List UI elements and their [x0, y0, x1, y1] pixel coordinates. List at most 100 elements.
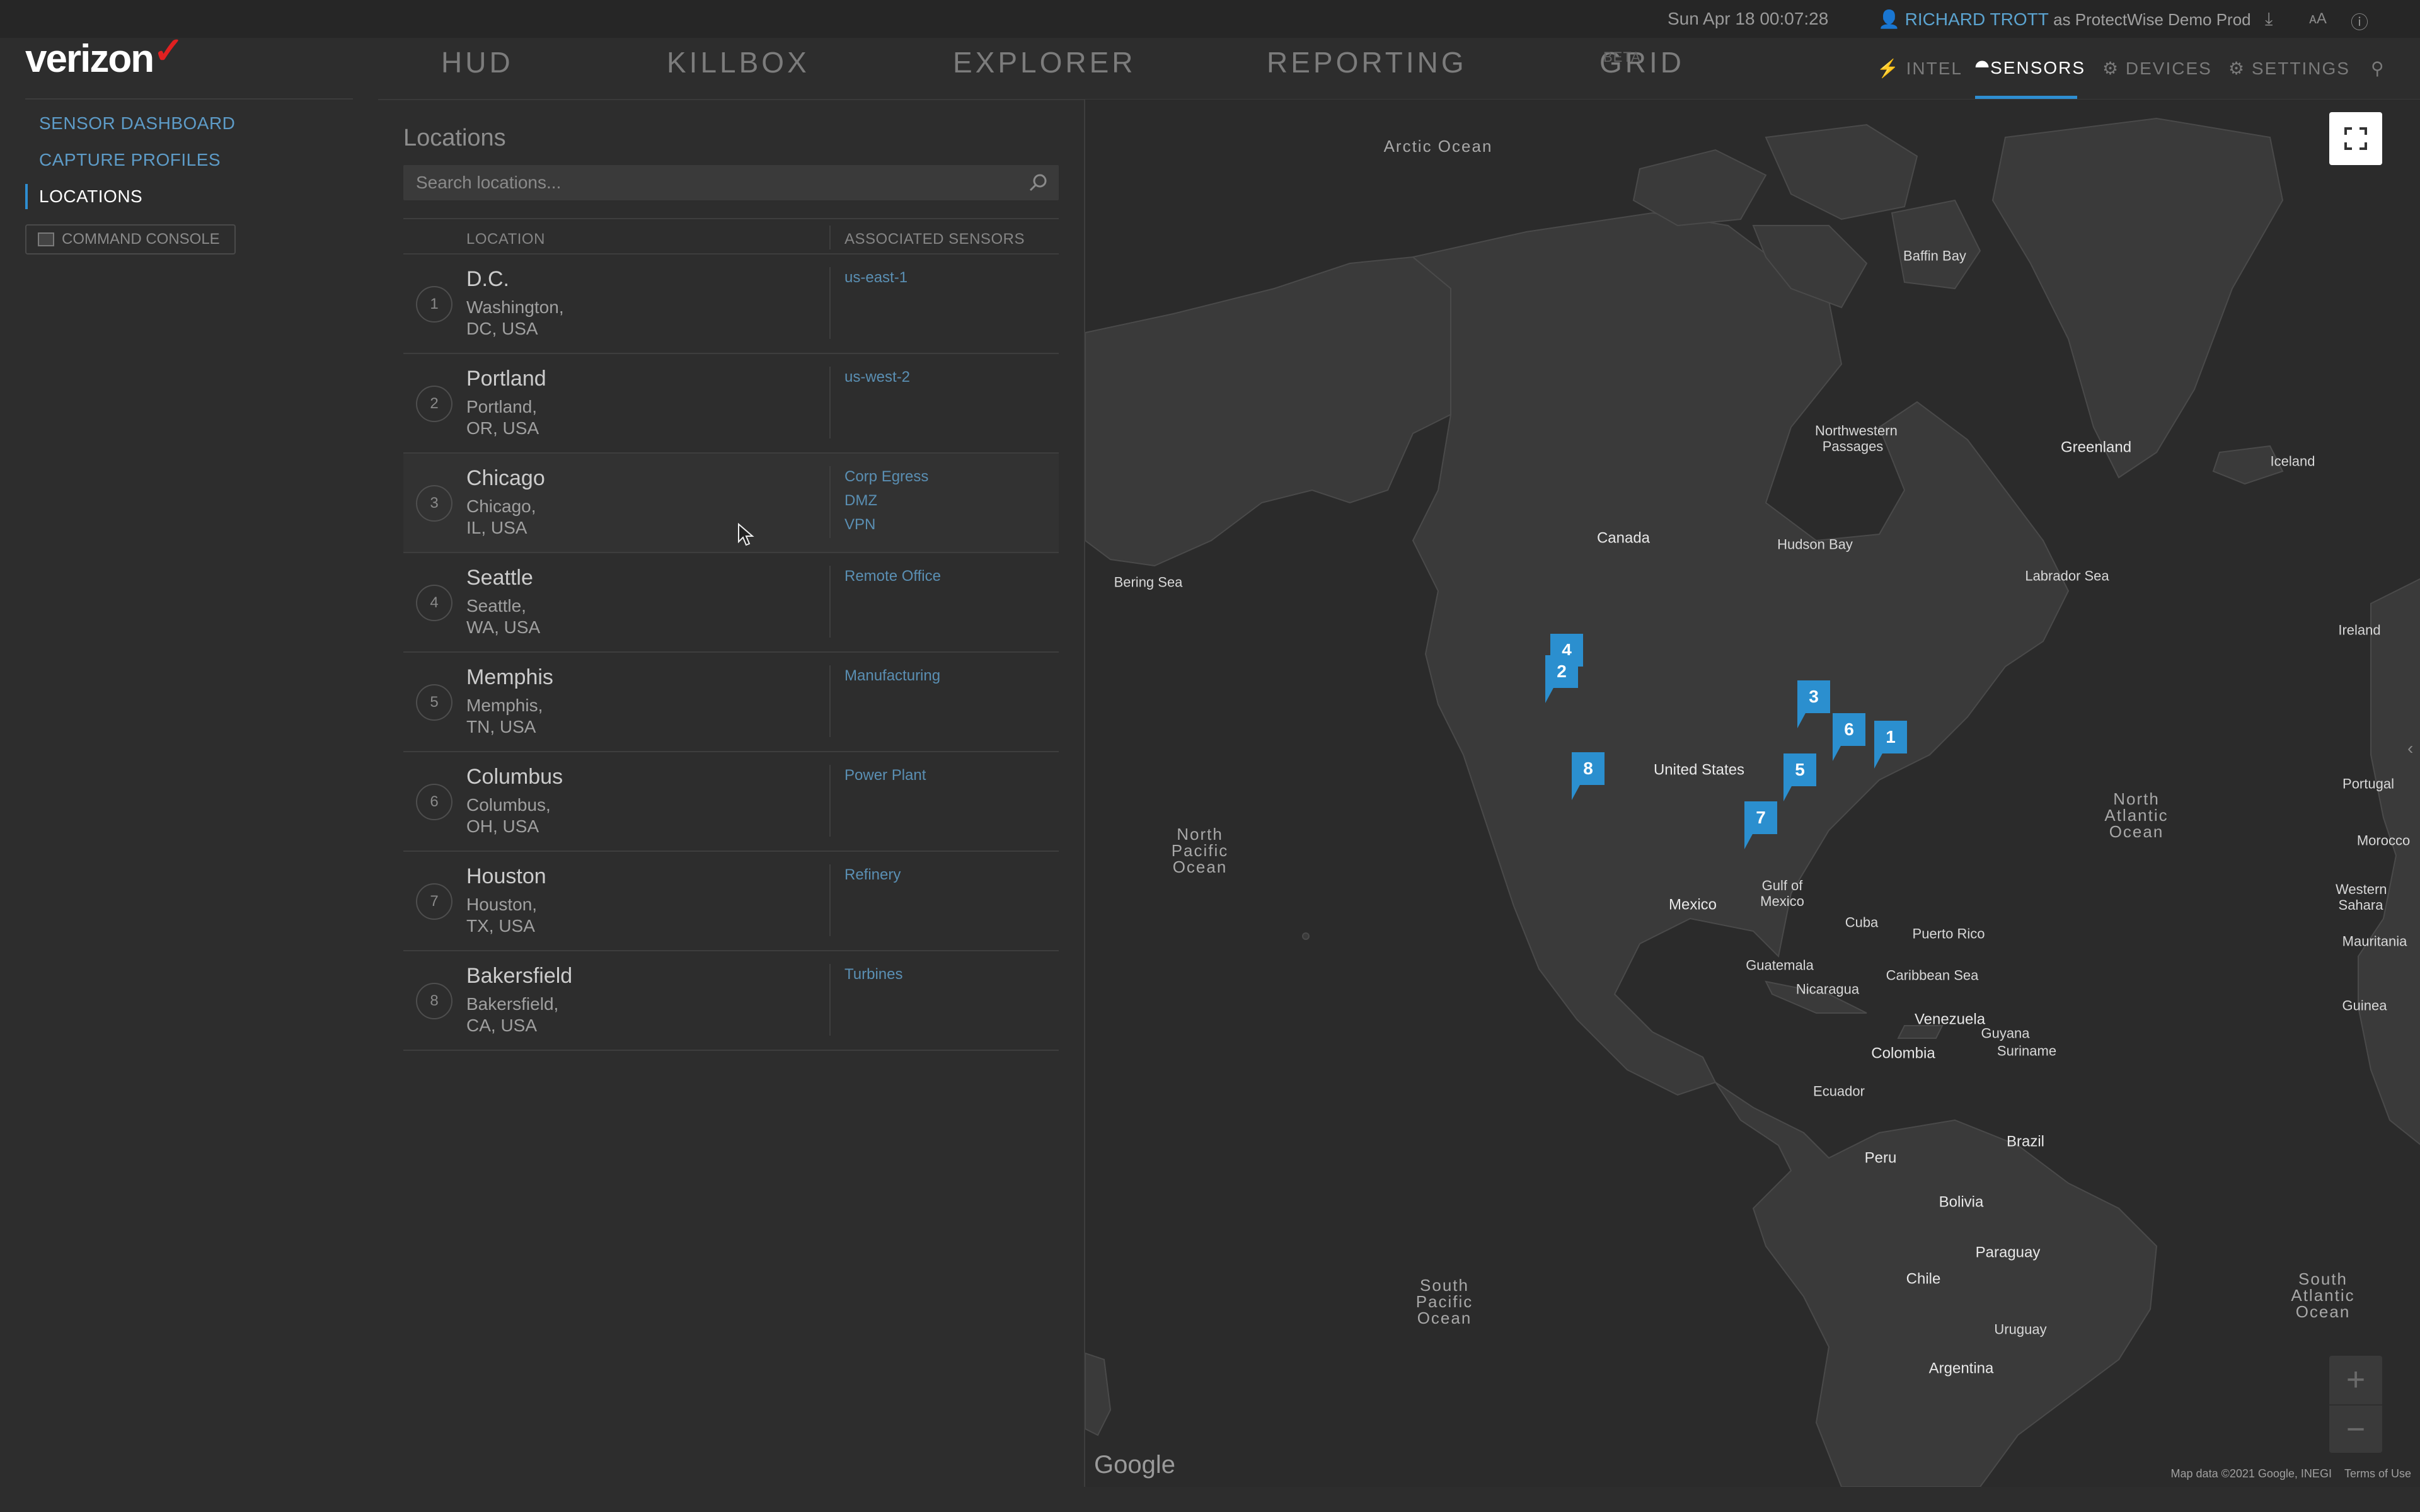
map-label-guinea: Guinea — [2342, 997, 2387, 1014]
nav-grid[interactable]: GRID BETA — [1599, 45, 1681, 79]
location-name: Columbus — [466, 765, 563, 789]
sensor-link[interactable]: Refinery — [844, 863, 901, 887]
location-search — [403, 165, 1059, 200]
subnav-item-locations[interactable]: LOCATIONS — [25, 184, 235, 209]
location-city: Memphis, — [466, 696, 543, 715]
location-city: Chicago, — [466, 496, 536, 516]
font-size-icon[interactable]: ᴀA — [2309, 10, 2327, 28]
location-region: OR, USA — [466, 418, 539, 438]
sensor-link[interactable]: Remote Office — [844, 564, 941, 588]
map-label-united-states: United States — [1653, 761, 1745, 779]
tab-sensors[interactable]: ⯊SENSORS — [1975, 58, 2085, 79]
marker-label: 8 — [1583, 759, 1593, 778]
global-search-icon[interactable]: ⚲ — [2371, 58, 2385, 79]
table-row[interactable]: 8 Bakersfield Bakersfield, CA, USA Turbines — [403, 951, 1059, 1051]
map-marker-6[interactable]: 6 — [1833, 713, 1865, 761]
row-number-badge: 5 — [416, 684, 452, 721]
map-label-chile: Chile — [1906, 1270, 1941, 1288]
sensor-link[interactable]: Manufacturing — [844, 664, 940, 688]
search-input[interactable] — [403, 165, 1059, 200]
location-region: CA, USA — [466, 1016, 538, 1035]
sensor-link[interactable]: VPN — [844, 513, 928, 537]
column-divider — [829, 964, 831, 1036]
locations-map[interactable]: Arctic Ocean North Pacific Ocean North A… — [1084, 100, 2420, 1487]
map-label-nicaragua: Nicaragua — [1795, 981, 1860, 997]
nav-explorer[interactable]: EXPLORER — [953, 45, 1136, 79]
table-row[interactable]: 7 Houston Houston, TX, USA Refinery — [403, 852, 1059, 951]
column-divider — [829, 466, 831, 538]
sensor-link[interactable]: us-east-1 — [844, 266, 908, 290]
location-city: Seattle, — [466, 596, 526, 616]
map-label-colombia: Colombia — [1871, 1045, 1935, 1062]
table-row[interactable]: 3 Chicago Chicago, IL, USA Corp Egress DMZ VPN — [403, 454, 1059, 553]
tab-settings[interactable]: ⚙ SETTINGS — [2228, 58, 2350, 79]
location-city: Bakersfield, — [466, 994, 559, 1014]
ocean-label-south-atlantic: South Atlantic Ocean — [2291, 1269, 2355, 1321]
intel-icon: ⚡ — [1877, 59, 1900, 78]
map-marker-5[interactable]: 5 — [1783, 753, 1816, 801]
map-marker-7[interactable]: 7 — [1744, 801, 1777, 849]
sensor-link[interactable]: Corp Egress — [844, 465, 928, 489]
marker-label: 7 — [1756, 808, 1766, 827]
table-header: LOCATION ASSOCIATED SENSORS — [403, 218, 1059, 255]
chevron-left-icon[interactable]: ‹ — [2407, 738, 2420, 782]
marker-label: 1 — [1886, 727, 1896, 747]
tab-intel[interactable]: ⚡ INTEL — [1877, 58, 1962, 79]
table-row[interactable]: 1 D.C. Washington, DC, USA us-east-1 — [403, 255, 1059, 354]
column-divider — [829, 665, 831, 737]
verizon-logo[interactable]: verizon✓ — [25, 30, 184, 81]
map-marker-1[interactable]: 1 — [1874, 721, 1907, 769]
map-marker-2[interactable]: 2 — [1545, 655, 1578, 703]
mouse-cursor — [738, 523, 754, 546]
column-divider — [829, 226, 831, 249]
bottom-strip — [0, 1487, 2420, 1512]
col-header-location[interactable]: LOCATION — [466, 231, 545, 248]
sensor-link[interactable]: Turbines — [844, 963, 902, 987]
table-row[interactable]: 2 Portland Portland, OR, USA us-west-2 — [403, 354, 1059, 454]
download-icon[interactable]: ⤓ — [2265, 9, 2273, 30]
terms-link[interactable]: Terms of Use — [2344, 1467, 2411, 1480]
user-icon: 👤 — [1878, 9, 1900, 29]
row-number-badge: 8 — [416, 983, 452, 1019]
ocean-label-north-atlantic: North Atlantic Ocean — [2104, 789, 2169, 841]
map-label-brazil: Brazil — [2006, 1133, 2045, 1150]
table-row[interactable]: 6 Columbus Columbus, OH, USA Power Plant — [403, 752, 1059, 852]
location-region: IL, USA — [466, 518, 527, 537]
attribution-text: Map data ©2021 Google, INEGI — [2170, 1467, 2332, 1480]
subnav-item-capture-profiles[interactable]: CAPTURE PROFILES — [25, 147, 235, 184]
map-label-mexico: Mexico — [1668, 896, 1717, 914]
sensor-link[interactable]: DMZ — [844, 489, 928, 513]
user-context: as ProtectWise Demo Prod — [2053, 10, 2251, 29]
search-icon[interactable] — [1027, 171, 1050, 194]
map-marker-3[interactable]: 3 — [1797, 680, 1830, 728]
table-row[interactable]: 5 Memphis Memphis, TN, USA Manufacturing — [403, 653, 1059, 752]
tab-devices[interactable]: ⚙ DEVICES — [2102, 58, 2212, 79]
zoom-in-button[interactable]: + — [2329, 1356, 2382, 1404]
command-console-label: COMMAND CONSOLE — [62, 231, 220, 248]
sensor-link[interactable]: us-west-2 — [844, 365, 910, 389]
column-divider — [829, 566, 831, 638]
zoom-out-button[interactable]: − — [2329, 1404, 2382, 1453]
fullscreen-button[interactable] — [2329, 112, 2382, 165]
map-label-labrador-sea: Labrador Sea — [2025, 568, 2109, 584]
subnav-item-sensor-dashboard[interactable]: SENSOR DASHBOARD — [25, 111, 235, 147]
user-menu[interactable]: 👤 RICHARD TROTT as ProtectWise Demo Prod — [1878, 9, 2251, 30]
google-logo[interactable]: Google — [1094, 1451, 1175, 1479]
map-label-uruguay: Uruguay — [1994, 1321, 2047, 1337]
table-row[interactable]: 4 Seattle Seattle, WA, USA Remote Office — [403, 553, 1059, 653]
map-marker-8[interactable]: 8 — [1572, 752, 1605, 800]
nav-reporting[interactable]: REPORTING — [1267, 45, 1467, 79]
command-console-button[interactable]: COMMAND CONSOLE — [25, 224, 236, 255]
location-region: WA, USA — [466, 617, 541, 637]
sensor-link[interactable]: Power Plant — [844, 764, 926, 788]
row-number-badge: 4 — [416, 585, 452, 621]
nav-killbox[interactable]: KILLBOX — [667, 45, 810, 79]
locations-table: 1 D.C. Washington, DC, USA us-east-1 2 Portlan… — [403, 255, 1059, 1051]
tab-intel-label: INTEL — [1906, 59, 1963, 78]
map-label-bering-sea: Bering Sea — [1114, 574, 1183, 590]
col-header-sensors[interactable]: ASSOCIATED SENSORS — [844, 231, 1025, 248]
location-region: TX, USA — [466, 916, 535, 936]
help-icon[interactable]: ⓘ — [2351, 9, 2368, 34]
nav-hud[interactable]: HUD — [441, 45, 514, 79]
settings-icon: ⚙ — [2228, 59, 2246, 78]
